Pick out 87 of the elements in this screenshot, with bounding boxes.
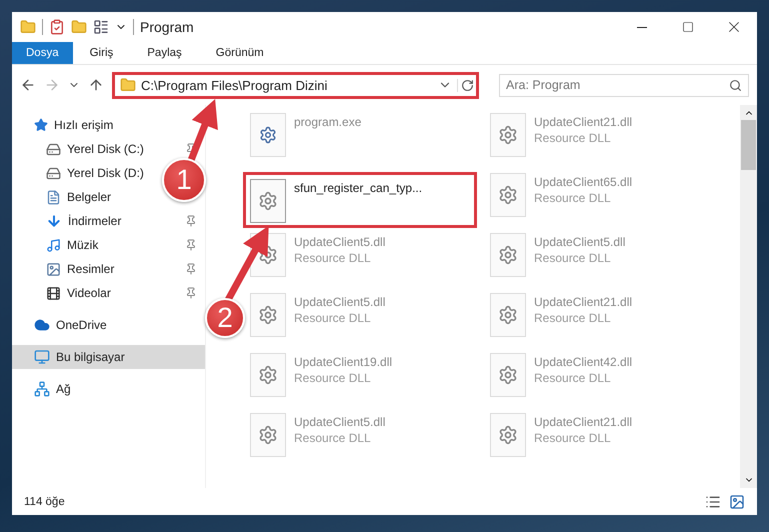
sidebar-item[interactable]: Ağ [12, 377, 205, 401]
file-name: UpdateClient21.dll [534, 415, 632, 429]
large-icons-view-icon[interactable] [729, 494, 745, 510]
sidebar-label: Videolar [67, 286, 112, 300]
search-field[interactable]: Ara: Program [499, 74, 749, 96]
file-name: sfun_register_can_typ... [294, 181, 422, 195]
file-type: Resource DLL [294, 251, 372, 265]
file-name: UpdateClient5.dll [294, 295, 386, 309]
file-icon [250, 113, 286, 157]
file-name: UpdateClient5.dll [534, 235, 626, 249]
back-button[interactable] [20, 77, 36, 93]
file-item[interactable]: sfun_register_can_typ... [246, 175, 474, 225]
film-icon [46, 286, 61, 300]
network-icon [34, 381, 50, 397]
sidebar-item[interactable]: Belgeler [12, 185, 120, 209]
file-name: UpdateClient5.dll [294, 415, 386, 429]
search-icon [729, 78, 742, 92]
file-name: UpdateClient21.dll [534, 115, 632, 129]
scrollbar[interactable] [740, 105, 757, 488]
sidebar-label: Belgeler [67, 190, 112, 204]
sidebar-item[interactable]: OneDrive [12, 313, 205, 337]
file-type: Resource DLL [294, 431, 372, 445]
sidebar-label: Hızlı erişim [54, 118, 114, 132]
window-title: Program [140, 19, 194, 35]
file-icon [250, 413, 286, 457]
sidebar-label: Bu bilgisayar [56, 350, 126, 364]
sidebar-item[interactable]: Hızlı erişim [12, 113, 205, 137]
file-name: UpdateClient5.dll [294, 235, 386, 249]
file-icon [490, 293, 526, 337]
sidebar-item[interactable]: Bu bilgisayar [12, 345, 205, 369]
sidebar-item[interactable]: Resimler [12, 257, 205, 281]
file-type: Resource DLL [534, 311, 612, 325]
ribbon-tab[interactable]: Paylaş [130, 42, 199, 64]
file-icon [250, 293, 286, 337]
file-type: Resource DLL [294, 371, 372, 385]
file-name: UpdateClient42.dll [534, 355, 632, 369]
sidebar-item[interactable]: Yerel Disk (C:) [12, 137, 205, 161]
checklist-icon[interactable] [49, 19, 65, 35]
drive-icon [46, 166, 61, 180]
file-type: Resource DLL [534, 251, 612, 265]
file-icon [250, 179, 286, 223]
properties-icon[interactable] [93, 19, 109, 35]
sidebar-label: Yerel Disk (C:) [67, 142, 145, 156]
file-icon [490, 173, 526, 217]
cloud-icon [34, 317, 50, 333]
file-name: program.exe [294, 115, 362, 129]
sidebar-label: Yerel Disk (D:) [67, 166, 144, 180]
file-icon [490, 233, 526, 277]
sidebar-label: İndirmeler [68, 214, 122, 228]
sidebar-item[interactable]: Videolar [12, 281, 205, 305]
sidebar-label: Ağ [56, 382, 72, 396]
file-icon [250, 353, 286, 397]
file-type: Resource DLL [534, 371, 612, 385]
monitor-icon [34, 349, 50, 365]
file-type: Resource DLL [534, 131, 612, 145]
picture-icon [46, 262, 61, 276]
sidebar-item[interactable]: Yerel Disk (D:) [12, 161, 152, 185]
music-note-icon [46, 238, 61, 252]
scroll-thumb[interactable] [741, 120, 756, 170]
folder-icon [120, 77, 136, 93]
maximize-icon [682, 21, 694, 33]
file-icon [490, 113, 526, 157]
file-type: Resource DLL [534, 191, 612, 205]
sidebar-item[interactable]: Müzik [12, 233, 205, 257]
sidebar-label: Müzik [67, 238, 100, 252]
file-icon [490, 413, 526, 457]
file-name: UpdateClient21.dll [534, 295, 632, 309]
up-button[interactable] [88, 77, 104, 93]
file-type: Resource DLL [534, 431, 612, 445]
file-name: UpdateClient65.dll [534, 175, 632, 189]
sidebar-label: Resimler [67, 262, 116, 276]
refresh-icon[interactable] [457, 78, 474, 92]
document-icon [46, 190, 61, 204]
file-type: Resource DLL [294, 311, 372, 325]
item-count: 114 öğe [24, 496, 65, 508]
address-bar[interactable]: C:\Program Files\Program Dizini [112, 72, 479, 98]
star-icon [34, 118, 48, 132]
file-name: UpdateClient19.dll [294, 355, 392, 369]
ribbon-tab[interactable]: Görünüm [198, 42, 281, 64]
sidebar-item[interactable]: İndirmeler [12, 209, 205, 233]
address-path: C:\Program Files\Program Dizini [141, 78, 328, 92]
sidebar-label: OneDrive [56, 318, 108, 332]
drive-icon [46, 142, 61, 156]
ribbon-tab[interactable]: Giriş [72, 42, 130, 64]
minimize-icon [637, 26, 647, 28]
file-icon [490, 353, 526, 397]
details-view-icon[interactable] [705, 494, 721, 510]
